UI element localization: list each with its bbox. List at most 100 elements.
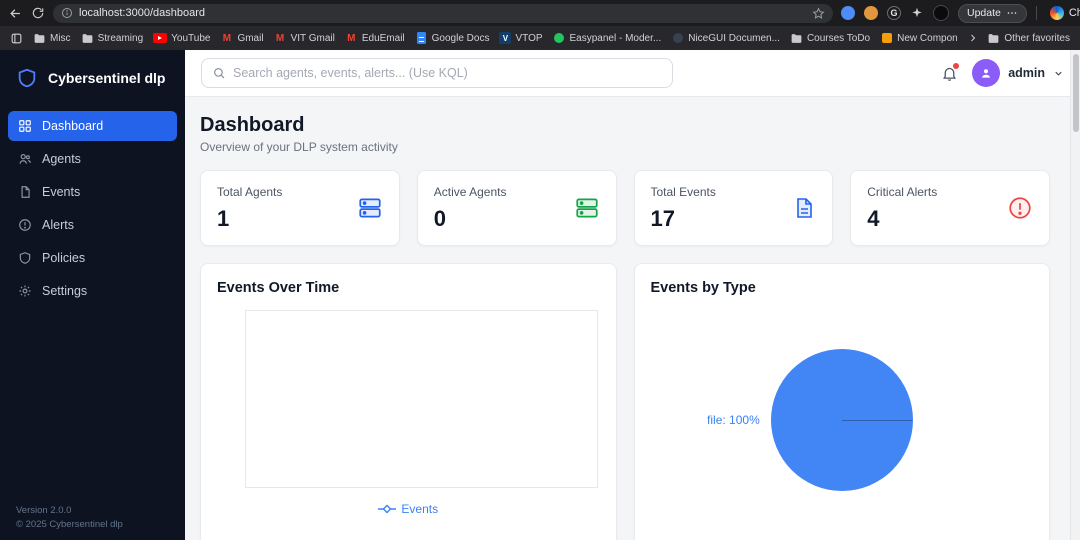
bookmarks-bar: Misc Streaming YouTube Gmail VIT Gmail E… [0, 26, 1080, 50]
user-menu[interactable]: admin [972, 59, 1064, 87]
profile-avatar[interactable] [933, 5, 949, 21]
bookmark-nicegui[interactable]: NiceGUI Documen... [671, 32, 780, 45]
stat-card-critical-alerts: Critical Alerts 4 [850, 170, 1050, 246]
bookmark-label: VIT Gmail [290, 32, 335, 44]
bookmark-google-docs[interactable]: Google Docs [415, 32, 490, 45]
app-window: Cybersentinel dlp Dashboard Agents Event… [0, 50, 1080, 540]
bookmarks-overflow-chevron-icon[interactable] [967, 32, 979, 44]
sidebar-footer: Version 2.0.0 © 2025 Cybersentinel dlp [16, 504, 123, 532]
toolbar-divider [1035, 6, 1037, 20]
sidebar-item-label: Alerts [42, 218, 74, 232]
collections-icon[interactable] [10, 32, 23, 45]
bookmark-vtop[interactable]: VTOP [499, 32, 543, 44]
bookmark-easypanel[interactable]: Easypanel - Moder... [553, 32, 661, 45]
notifications-bell-icon[interactable] [941, 62, 960, 82]
sidebar-item-events[interactable]: Events [8, 177, 177, 207]
address-bar[interactable]: localhost:3000/dashboard [53, 3, 833, 23]
bookmark-eduemail[interactable]: EduEmail [345, 32, 405, 45]
favorite-star-icon[interactable] [812, 6, 825, 20]
chat-label: Chat [1068, 7, 1080, 19]
page-subtitle: Overview of your DLP system activity [200, 140, 398, 154]
other-favorites[interactable]: Other favorites [987, 32, 1070, 45]
stat-value: 0 [433, 205, 446, 231]
folder-icon [790, 32, 803, 45]
page-scrollbar[interactable] [1070, 50, 1080, 540]
gear-icon [18, 284, 32, 298]
more-options-icon [1006, 7, 1018, 19]
sidebar-item-label: Agents [42, 152, 81, 166]
url-text: localhost:3000/dashboard [79, 6, 205, 19]
chart-legend[interactable]: Events [201, 502, 616, 516]
site-info-icon[interactable] [61, 7, 73, 19]
sidebar-item-label: Policies [42, 251, 86, 265]
update-button[interactable]: Update [958, 3, 1027, 23]
sparkle-icon[interactable] [910, 6, 924, 20]
bookmark-label: NiceGUI Documen... [688, 32, 780, 44]
refresh-button[interactable] [31, 3, 45, 23]
folder-icon [33, 32, 46, 45]
bookmark-label: Google Docs [431, 32, 490, 44]
search-input[interactable] [233, 66, 662, 80]
extension-icon-g[interactable] [887, 6, 901, 20]
bookmarks-right: Other favorites [967, 32, 1070, 45]
bookmark-gmail[interactable]: Gmail [220, 32, 263, 45]
back-button[interactable] [8, 3, 23, 23]
sidebar-item-settings[interactable]: Settings [8, 276, 177, 306]
bookmark-youtube[interactable]: YouTube [153, 33, 210, 44]
sidebar-item-alerts[interactable]: Alerts [8, 210, 177, 240]
bookmark-label: Gmail [237, 32, 264, 44]
stat-value: 4 [867, 205, 880, 231]
stat-label: Active Agents [433, 184, 507, 199]
charts-row: Events Over Time Events Events by Type f… [200, 263, 1050, 540]
sidebar: Cybersentinel dlp Dashboard Agents Event… [0, 50, 185, 540]
line-chart-plot-area [245, 310, 598, 488]
copyright-text: © 2025 Cybersentinel dlp [16, 519, 123, 530]
file-icon [792, 195, 816, 221]
events-by-type-card: Events by Type file: 100% [633, 263, 1050, 540]
scrollbar-thumb[interactable] [1072, 54, 1079, 132]
gmail-icon [274, 32, 287, 45]
alert-circle-icon [18, 218, 32, 232]
bookmark-new-component[interactable]: New Component:... [880, 32, 957, 45]
chat-button[interactable]: Chat [1046, 6, 1080, 20]
stat-card-total-agents: Total Agents 1 [200, 170, 400, 246]
version-text: Version 2.0.0 [16, 505, 72, 516]
pie-chart-area: file: 100% [635, 314, 1050, 526]
search-icon [212, 66, 226, 80]
stat-card-active-agents: Active Agents 0 [416, 170, 617, 246]
sidebar-item-policies[interactable]: Policies [8, 243, 177, 273]
stat-label: Total Events [650, 184, 716, 199]
bookmark-label: EduEmail [361, 32, 405, 44]
easypanel-icon [554, 33, 565, 43]
stat-label: Total Agents [217, 184, 283, 199]
sidebar-item-dashboard[interactable]: Dashboard [8, 111, 177, 141]
search-box [201, 58, 673, 88]
server-icon [357, 195, 383, 221]
pie-label-line [841, 420, 912, 421]
bookmark-items: Misc Streaming YouTube Gmail VIT Gmail E… [33, 32, 957, 45]
alert-circle-icon [1007, 195, 1033, 221]
content: admin Dashboard Overview of your DLP sys… [185, 50, 1080, 540]
youtube-icon [153, 33, 168, 43]
extension-icon-blue[interactable] [841, 6, 855, 20]
sidebar-item-agents[interactable]: Agents [8, 144, 177, 174]
copilot-icon [1049, 6, 1064, 20]
bookmark-label: Streaming [97, 32, 144, 44]
file-icon [18, 185, 32, 199]
bookmark-streaming[interactable]: Streaming [81, 32, 144, 45]
notification-dot [953, 62, 960, 69]
stats-row: Total Agents 1 Active Agents 0 Total Eve… [200, 170, 1050, 246]
browser-toolbar: localhost:3000/dashboard Update Ch [0, 0, 1080, 26]
shield-logo-icon [16, 67, 38, 89]
bookmark-vit-gmail[interactable]: VIT Gmail [274, 32, 335, 45]
stat-card-total-events: Total Events 17 [633, 170, 834, 246]
folder-icon [987, 32, 1000, 45]
extension-icon-orange[interactable] [864, 6, 878, 20]
events-over-time-card: Events Over Time Events [200, 263, 617, 540]
bookmark-courses-todo[interactable]: Courses ToDo [790, 32, 870, 45]
server-icon [574, 195, 600, 221]
sidebar-item-label: Settings [42, 284, 88, 298]
user-name: admin [1008, 66, 1045, 80]
grid-icon [18, 119, 32, 133]
bookmark-misc[interactable]: Misc [33, 32, 71, 45]
